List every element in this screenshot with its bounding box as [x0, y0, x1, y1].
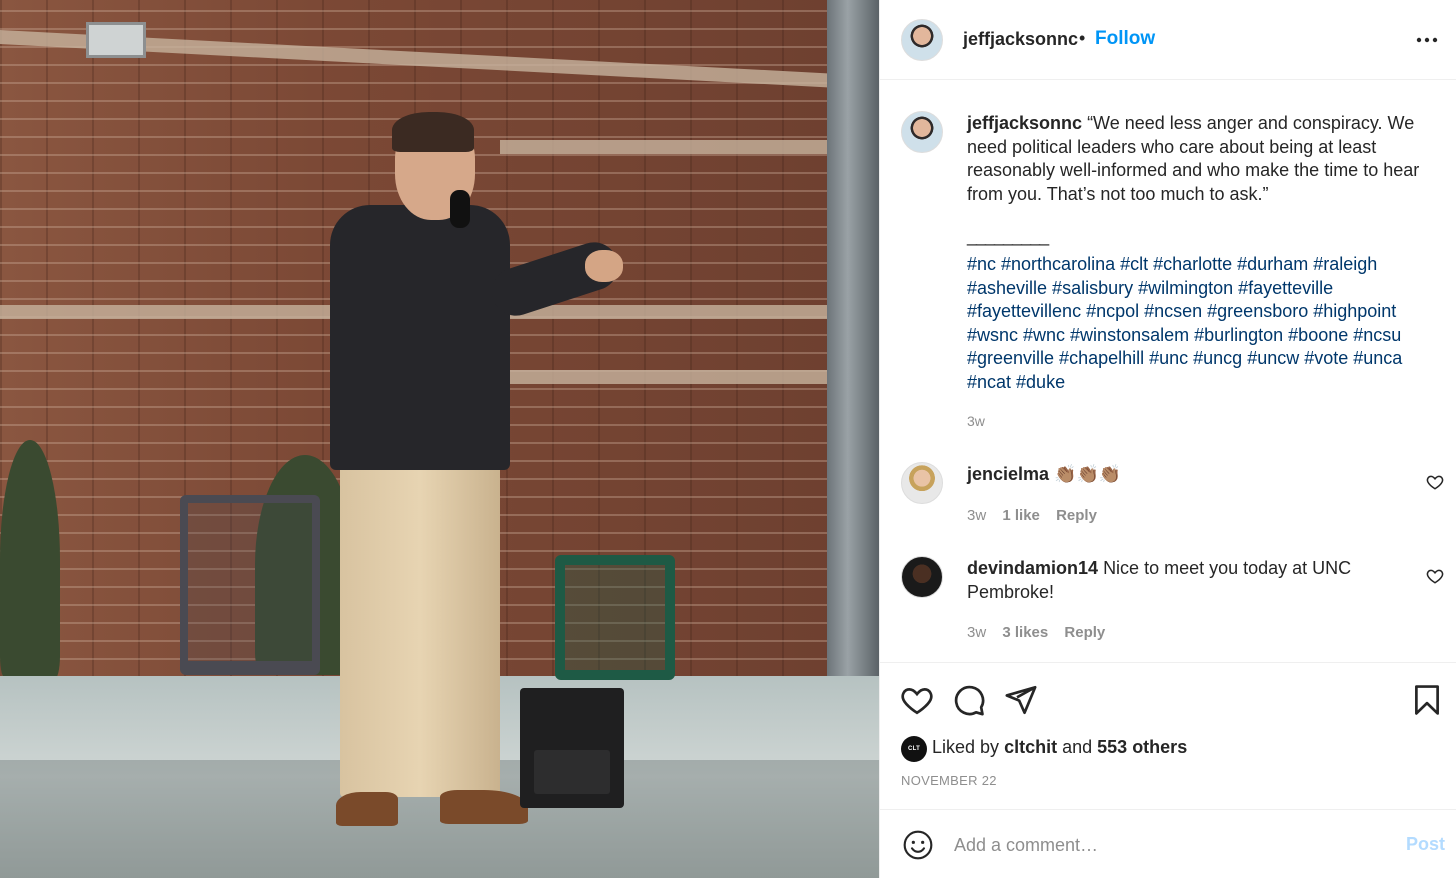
- pillar: [827, 0, 879, 680]
- comment-item: jencielma 👏🏽👏🏽👏🏽: [967, 463, 1407, 487]
- comment-time[interactable]: 3w: [967, 624, 986, 641]
- comment-username[interactable]: jencielma: [967, 464, 1049, 484]
- post-header: jeffjacksonnc • Follow: [880, 0, 1456, 80]
- comment-like-heart-icon[interactable]: [1426, 473, 1444, 491]
- bookmark-icon[interactable]: [1410, 683, 1444, 717]
- comment-icon[interactable]: [952, 683, 986, 717]
- post-comment-button[interactable]: Post: [1406, 834, 1445, 855]
- liked-by: Liked by cltchit and 553 others: [932, 737, 1187, 758]
- comment-item: devindamion14 Nice to meet you today at …: [967, 557, 1407, 604]
- caption-avatar[interactable]: [901, 111, 943, 153]
- adirondack-chair: [555, 555, 675, 680]
- liked-by-and: and: [1062, 737, 1093, 757]
- comment-likes[interactable]: 3 likes: [1002, 624, 1048, 641]
- caption-username[interactable]: jeffjacksonnc: [967, 113, 1082, 133]
- liker-avatar-logo: CLT: [907, 746, 921, 752]
- post-date[interactable]: NOVEMBER 22: [901, 773, 997, 788]
- emoji-icon[interactable]: [902, 829, 934, 861]
- person-shoe: [440, 790, 528, 824]
- comment-reply-button[interactable]: Reply: [1056, 507, 1097, 524]
- post-actions: CLT Liked by cltchit and 553 others NOVE…: [880, 662, 1456, 810]
- caption-divider: _________: [967, 226, 1049, 246]
- microphone: [450, 190, 470, 228]
- heart-icon[interactable]: [900, 683, 934, 717]
- comment-bar: Post: [880, 810, 1456, 878]
- person-shoe: [336, 792, 398, 826]
- wall-lamp: [86, 22, 146, 58]
- rocking-chair: [180, 495, 320, 675]
- liked-by-user[interactable]: cltchit: [1004, 737, 1057, 757]
- person-jacket: [330, 205, 510, 470]
- author-username[interactable]: jeffjacksonnc: [963, 29, 1078, 50]
- speaker: [520, 688, 624, 808]
- share-icon[interactable]: [1004, 683, 1038, 717]
- comment-likes[interactable]: 1 like: [1002, 507, 1040, 524]
- add-comment-input[interactable]: [954, 832, 1374, 858]
- liked-by-prefix: Liked by: [932, 737, 1000, 757]
- comment-like-heart-icon[interactable]: [1426, 567, 1444, 585]
- post-photo[interactable]: [0, 0, 879, 878]
- caption-hashtags[interactable]: #nc #northcarolina #clt #charlotte #durh…: [967, 253, 1437, 394]
- post-timestamp[interactable]: 3w: [967, 413, 985, 429]
- comment-avatar[interactable]: [901, 556, 943, 598]
- comment-time[interactable]: 3w: [967, 507, 986, 524]
- comment-meta: 3w 1 like Reply: [967, 507, 1109, 524]
- separator-dot: •: [1079, 28, 1086, 48]
- follow-button[interactable]: Follow: [1095, 28, 1155, 50]
- person-hair: [392, 112, 474, 152]
- comment-avatar[interactable]: [901, 462, 943, 504]
- comment-text: 👏🏽👏🏽👏🏽: [1054, 464, 1122, 484]
- author-avatar[interactable]: [901, 19, 943, 61]
- post-caption: jeffjacksonnc “We need less anger and co…: [967, 112, 1439, 206]
- wall-band: [500, 370, 830, 384]
- more-options-icon[interactable]: [1413, 30, 1441, 50]
- post-side-panel: jeffjacksonnc • Follow jeffjacksonnc “We…: [879, 0, 1456, 878]
- comment-meta: 3w 3 likes Reply: [967, 624, 1117, 641]
- wall-band: [500, 140, 830, 154]
- bush: [0, 440, 60, 680]
- comment-username[interactable]: devindamion14: [967, 558, 1098, 578]
- comment-reply-button[interactable]: Reply: [1064, 624, 1105, 641]
- person-legs: [340, 462, 500, 797]
- liker-avatar[interactable]: CLT: [901, 736, 927, 762]
- liked-by-others[interactable]: 553 others: [1097, 737, 1187, 757]
- person-hand: [585, 250, 623, 282]
